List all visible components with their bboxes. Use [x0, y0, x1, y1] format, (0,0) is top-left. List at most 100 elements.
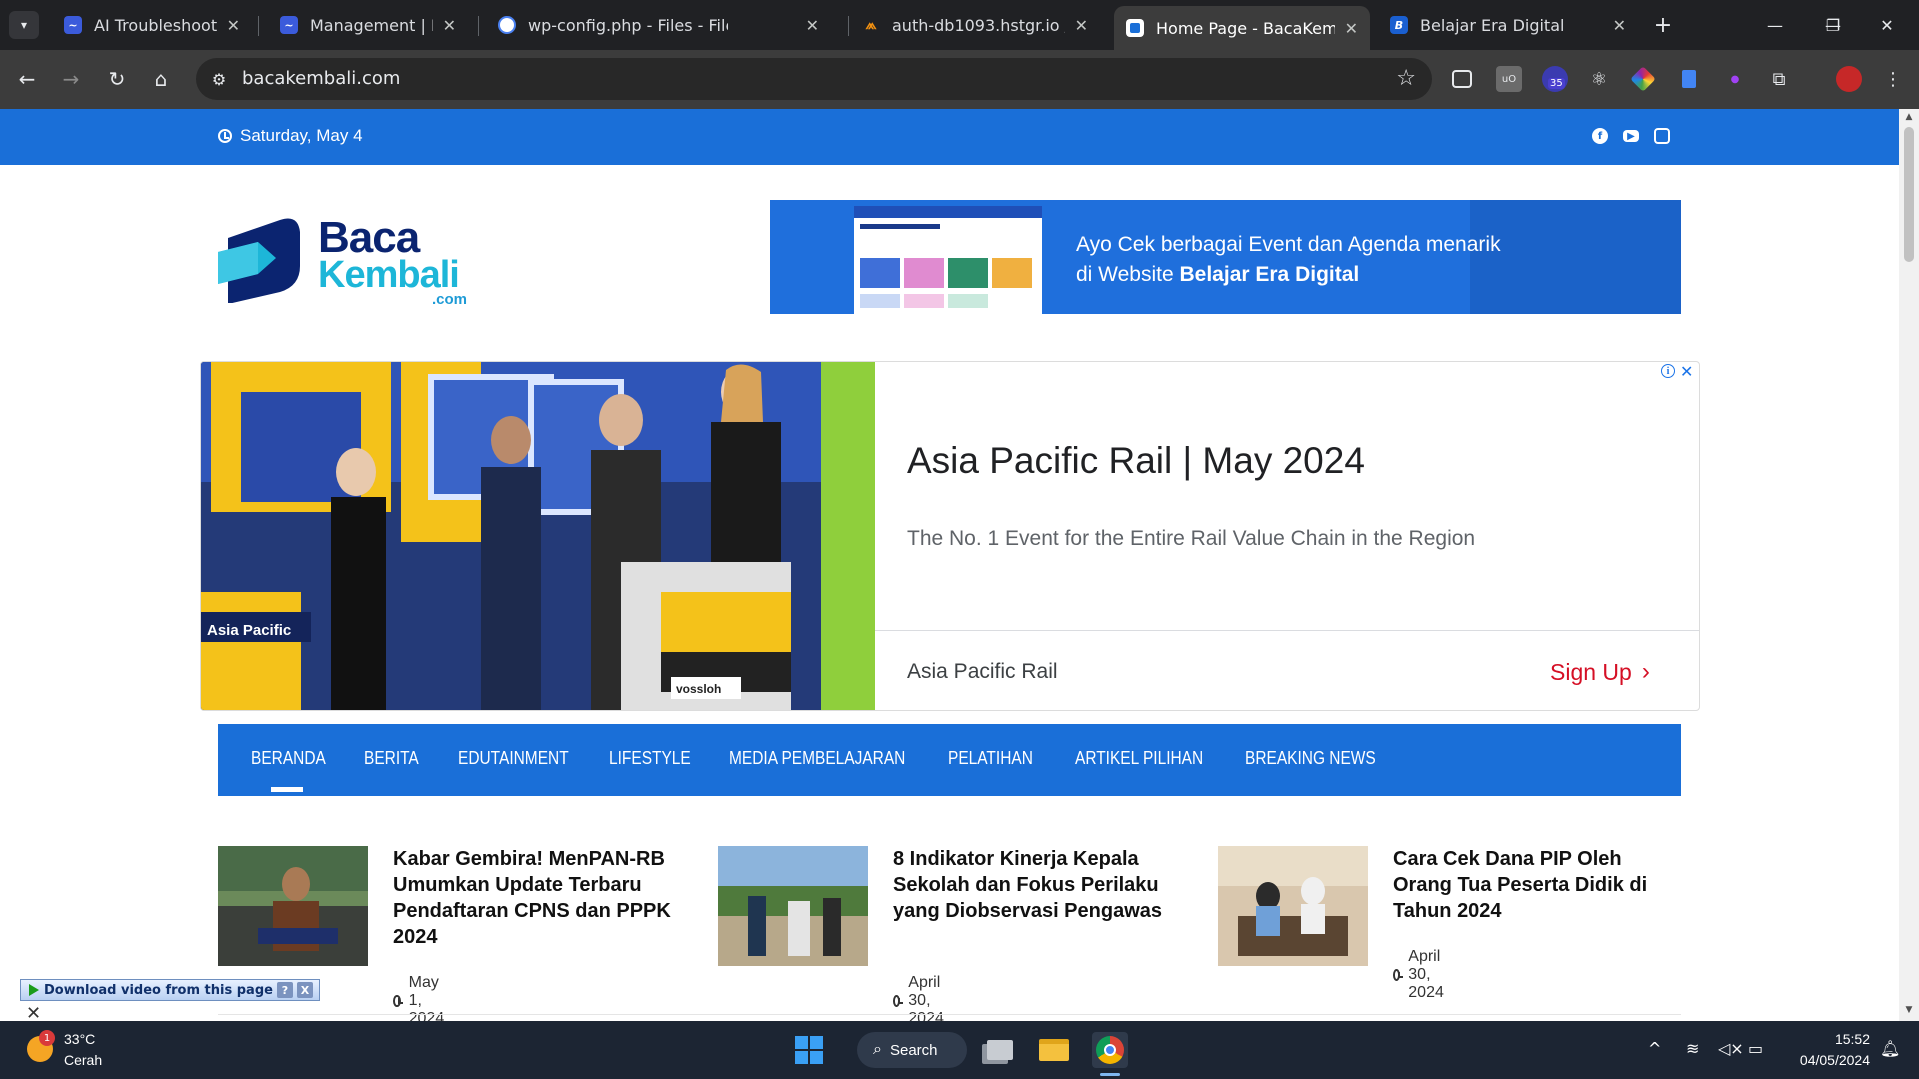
- extensions-puzzle-icon[interactable]: ⧉: [1766, 66, 1792, 92]
- docs-extension-icon[interactable]: [1676, 66, 1702, 92]
- clock-icon: [893, 995, 904, 1007]
- dot-extension-icon[interactable]: ●: [1722, 66, 1748, 92]
- browser-tab[interactable]: ~ Management | Hostinger ✕: [268, 6, 468, 44]
- header-banner-ad[interactable]: Ayo Cek berbagai Event dan Agenda menari…: [770, 200, 1681, 314]
- scroll-down-arrow[interactable]: ▼: [1903, 1005, 1915, 1017]
- clock-icon: [393, 995, 403, 1007]
- side-close-icon[interactable]: ✕: [26, 1003, 41, 1021]
- battery-icon[interactable]: ▭: [1748, 1039, 1763, 1058]
- nav-item-beranda[interactable]: BERANDA: [251, 748, 326, 769]
- restore-button[interactable]: ❐: [1818, 10, 1848, 40]
- picture-in-picture-icon[interactable]: [1452, 70, 1472, 88]
- show-hidden-icons-chevron-icon[interactable]: ^: [1648, 1039, 1661, 1058]
- bookmark-star-icon[interactable]: ☆: [1396, 66, 1416, 91]
- weather-description[interactable]: Cerah: [64, 1052, 102, 1068]
- address-bar[interactable]: ⚙ bacakembali.com ☆: [196, 58, 1432, 100]
- new-tab-button[interactable]: +: [1650, 12, 1676, 38]
- chrome-menu-icon[interactable]: ⋮: [1880, 66, 1906, 92]
- display-ad[interactable]: Asia Pacific vossloh i ✕ Asia Pacific Ra…: [200, 361, 1700, 711]
- forward-button[interactable]: →: [56, 64, 86, 94]
- browser-tab[interactable]: ~ AI Troubleshooter | Hosting ✕: [52, 6, 252, 44]
- file-manager-icon: [498, 16, 516, 34]
- nav-item-edutainment[interactable]: EDUTAINMENT: [458, 748, 569, 769]
- react-devtools-icon[interactable]: ⚛: [1586, 66, 1612, 92]
- home-button[interactable]: ⌂: [146, 64, 176, 94]
- tab-separator: [258, 16, 259, 36]
- nav-item-artikel-pilihan[interactable]: ARTIKEL PILIHAN: [1075, 748, 1203, 769]
- ad-close-icon[interactable]: ✕: [1680, 362, 1693, 381]
- ad-signup-button[interactable]: Sign Up ›: [1550, 658, 1650, 686]
- post-thumbnail[interactable]: [218, 846, 368, 966]
- back-button[interactable]: ←: [12, 64, 42, 94]
- play-icon: [29, 984, 39, 996]
- color-picker-icon[interactable]: [1630, 66, 1656, 92]
- post-thumbnail[interactable]: [1218, 846, 1368, 966]
- site-logo[interactable]: Baca Kembali .com: [218, 208, 478, 308]
- site-info-icon[interactable]: ⚙: [208, 68, 230, 90]
- windows-start-icon[interactable]: [795, 1036, 823, 1064]
- ad-description: The No. 1 Event for the Entire Rail Valu…: [907, 527, 1476, 550]
- close-icon[interactable]: X: [296, 982, 313, 998]
- download-video-bar[interactable]: Download video from this page ? X: [20, 979, 320, 1001]
- svg-text:Asia Pacific: Asia Pacific: [207, 622, 291, 639]
- nav-item-breaking-news[interactable]: BREAKING NEWS: [1245, 748, 1376, 769]
- close-tab-icon[interactable]: ✕: [1345, 19, 1358, 38]
- extension-badge-icon[interactable]: 35: [1542, 66, 1568, 92]
- phpmyadmin-icon: ⩕: [865, 17, 877, 33]
- banner-decoration: [1470, 200, 1681, 314]
- close-tab-icon[interactable]: ✕: [443, 16, 456, 35]
- task-view-icon[interactable]: [982, 1032, 1018, 1068]
- nav-item-pelatihan[interactable]: PELATIHAN: [948, 748, 1033, 769]
- nav-item-berita[interactable]: BERITA: [364, 748, 419, 769]
- file-explorer-icon[interactable]: [1036, 1032, 1072, 1068]
- tab-separator: [478, 16, 479, 36]
- taskbar-clock-date[interactable]: 04/05/2024: [1788, 1052, 1870, 1068]
- close-window-button[interactable]: ✕: [1872, 10, 1902, 40]
- close-tab-icon[interactable]: ✕: [227, 16, 240, 35]
- post-title[interactable]: 8 Indikator Kinerja Kepala Sekolah dan F…: [893, 846, 1183, 924]
- profile-avatar[interactable]: [1836, 66, 1862, 92]
- scrollbar-thumb[interactable]: [1904, 127, 1914, 262]
- taskbar-clock-time[interactable]: 15:52: [1830, 1031, 1870, 1047]
- browser-tab-active[interactable]: Home Page - BacaKembali ✕: [1114, 6, 1370, 50]
- site-top-bar: Saturday, May 4 f ▶: [0, 109, 1899, 165]
- volume-muted-icon[interactable]: ◁×: [1718, 1039, 1744, 1058]
- browser-tab[interactable]: wp-config.php - Files - File ✕: [486, 6, 831, 44]
- minimize-window-button[interactable]: —: [1760, 10, 1790, 40]
- hostinger-icon: ~: [280, 16, 298, 34]
- close-tab-icon[interactable]: ✕: [806, 16, 819, 35]
- close-tab-icon[interactable]: ✕: [1613, 16, 1626, 35]
- nav-item-media-pembelajaran[interactable]: MEDIA PEMBELAJARAN: [729, 748, 905, 769]
- browser-toolbar: ← → ↻ ⌂ ⚙ bacakembali.com ☆ uO 35 ⚛ ● ⧉ …: [0, 50, 1919, 109]
- post-thumbnail[interactable]: [718, 846, 868, 966]
- taskbar-search-button[interactable]: ⌕ Search: [857, 1032, 967, 1068]
- scroll-up-arrow[interactable]: ▲: [1903, 112, 1915, 124]
- web-page: Saturday, May 4 f ▶ Baca Kembali .com Ay…: [0, 109, 1899, 1021]
- weather-temperature[interactable]: 33°C: [64, 1031, 95, 1047]
- main-navigation: BERANDA BERITA EDUTAINMENT LIFESTYLE MED…: [218, 724, 1681, 796]
- youtube-icon[interactable]: ▶: [1623, 130, 1639, 142]
- bacakembali-icon: [1126, 19, 1144, 37]
- notification-bell-icon[interactable]: 🔔︎: [1880, 1039, 1900, 1058]
- logo-mark-icon: [218, 218, 300, 303]
- reload-button[interactable]: ↻: [102, 64, 132, 94]
- help-icon[interactable]: ?: [276, 982, 293, 998]
- ublock-icon[interactable]: uO: [1496, 66, 1522, 92]
- close-tab-icon[interactable]: ✕: [1075, 16, 1088, 35]
- post-title[interactable]: Kabar Gembira! MenPAN-RB Umumkan Update …: [393, 846, 683, 950]
- post-title[interactable]: Cara Cek Dana PIP Oleh Orang Tua Peserta…: [1393, 846, 1683, 924]
- browser-tab[interactable]: B Belajar Era Digital ✕: [1378, 6, 1638, 44]
- url-text[interactable]: bacakembali.com: [242, 68, 400, 89]
- weather-notification-badge: 1: [39, 1030, 55, 1046]
- wifi-icon[interactable]: ≋: [1686, 1039, 1699, 1058]
- ad-title[interactable]: Asia Pacific Rail | May 2024: [907, 440, 1365, 482]
- page-scrollbar[interactable]: ▲ ▼: [1899, 109, 1919, 1021]
- nav-item-lifestyle[interactable]: LIFESTYLE: [609, 748, 691, 769]
- instagram-icon[interactable]: [1654, 128, 1670, 144]
- tab-search-menu-button[interactable]: ▾: [9, 11, 39, 39]
- ad-event-photo: Asia Pacific vossloh: [201, 362, 875, 710]
- facebook-icon[interactable]: f: [1592, 128, 1608, 144]
- browser-tab[interactable]: ⩕ auth-db1093.hstgr.io / 127 ✕: [850, 6, 1100, 44]
- ad-info-icon[interactable]: i: [1661, 364, 1675, 378]
- chrome-taskbar-icon[interactable]: [1092, 1032, 1128, 1068]
